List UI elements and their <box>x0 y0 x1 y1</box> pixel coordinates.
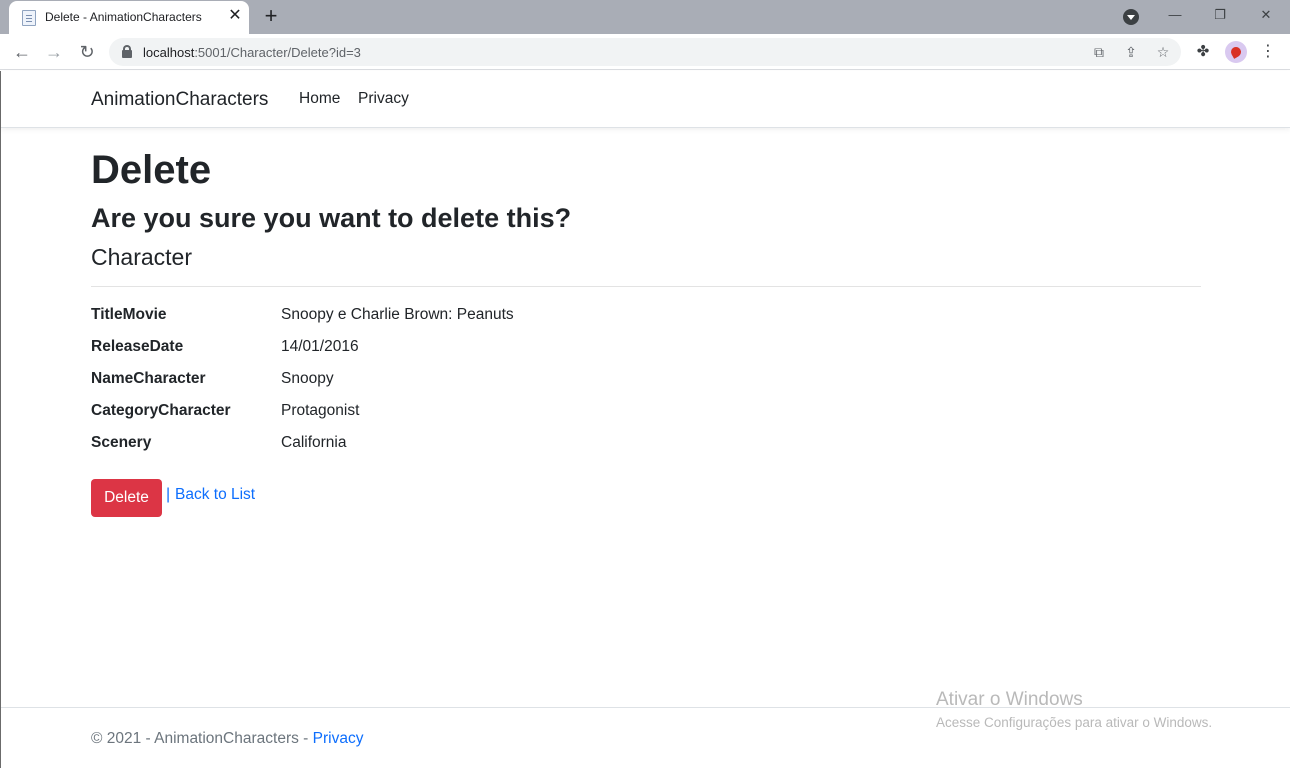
link-separator: | <box>166 486 171 503</box>
reload-icon[interactable]: ↻ <box>75 40 99 64</box>
page-favicon-icon <box>22 10 36 26</box>
windows-activation-title: Ativar o Windows <box>936 689 1083 710</box>
page-viewport: AnimationCharacters Home Privacy Delete … <box>0 71 1290 768</box>
detail-value: Snoopy <box>281 370 334 387</box>
restore-icon[interactable]: ❐ <box>1205 4 1235 26</box>
browser-tab[interactable]: Delete - AnimationCharacters ✕ <box>9 1 249 34</box>
footer-privacy-link[interactable]: Privacy <box>313 730 364 747</box>
share-icon[interactable]: ⇪ <box>1121 42 1141 62</box>
detail-label: Scenery <box>91 434 152 451</box>
footer-copyright: © 2021 - AnimationCharacters - <box>91 730 313 747</box>
detail-label: TitleMovie <box>91 306 167 323</box>
confirm-question: Are you sure you want to delete this? <box>91 203 572 233</box>
extensions-puzzle-icon[interactable]: ✤ <box>1192 41 1214 63</box>
url-text[interactable]: localhost:5001/Character/Delete?id=3 <box>143 45 361 60</box>
detail-row-name-character: NameCharacter Snoopy <box>91 370 791 392</box>
profile-avatar[interactable] <box>1225 41 1247 63</box>
close-window-icon[interactable]: ✕ <box>1251 4 1281 26</box>
back-to-list-link[interactable]: Back to List <box>175 486 255 504</box>
bookmark-star-icon[interactable]: ☆ <box>1153 42 1173 62</box>
close-tab-icon[interactable]: ✕ <box>225 6 245 26</box>
tab-title: Delete - AnimationCharacters <box>45 10 202 24</box>
entity-title: Character <box>91 244 192 270</box>
detail-row-category-character: CategoryCharacter Protagonist <box>91 402 791 424</box>
minimize-icon[interactable]: — <box>1160 4 1190 26</box>
new-tab-icon[interactable]: + <box>260 4 282 28</box>
page-title: Delete <box>91 148 212 192</box>
detail-row-title-movie: TitleMovie Snoopy e Charlie Brown: Peanu… <box>91 306 791 328</box>
browser-toolbar: ← → ↻ localhost:5001/Character/Delete?id… <box>0 34 1290 70</box>
address-bar[interactable]: localhost:5001/Character/Delete?id=3 ⧉ ⇪… <box>109 38 1181 66</box>
forward-arrow-icon[interactable]: → <box>42 40 66 64</box>
back-arrow-icon[interactable]: ← <box>10 40 34 64</box>
detail-label: NameCharacter <box>91 370 206 387</box>
site-brand-link[interactable]: AnimationCharacters <box>91 89 268 111</box>
windows-activation-subtitle: Acesse Configurações para ativar o Windo… <box>936 715 1213 730</box>
detail-label: CategoryCharacter <box>91 402 231 419</box>
detail-value: Protagonist <box>281 402 360 419</box>
browser-menu-icon[interactable]: ⋮ <box>1258 41 1278 63</box>
detail-row-release-date: ReleaseDate 14/01/2016 <box>91 338 791 360</box>
divider <box>91 286 1201 287</box>
site-navbar: AnimationCharacters Home Privacy <box>1 71 1290 128</box>
detail-value: 14/01/2016 <box>281 338 359 355</box>
nav-link-home[interactable]: Home <box>299 90 340 108</box>
tab-search-icon[interactable] <box>1123 9 1139 25</box>
lock-icon[interactable] <box>122 45 132 58</box>
translate-icon[interactable]: ⧉ <box>1089 42 1109 62</box>
delete-button[interactable]: Delete <box>91 479 162 517</box>
detail-row-scenery: Scenery California <box>91 434 791 456</box>
nav-link-privacy[interactable]: Privacy <box>358 90 409 108</box>
footer-text: © 2021 - AnimationCharacters - Privacy <box>91 730 363 748</box>
detail-value: Snoopy e Charlie Brown: Peanuts <box>281 306 514 323</box>
browser-tab-bar: Delete - AnimationCharacters ✕ + — ❐ ✕ <box>0 0 1290 34</box>
detail-label: ReleaseDate <box>91 338 184 355</box>
detail-value: California <box>281 434 347 451</box>
